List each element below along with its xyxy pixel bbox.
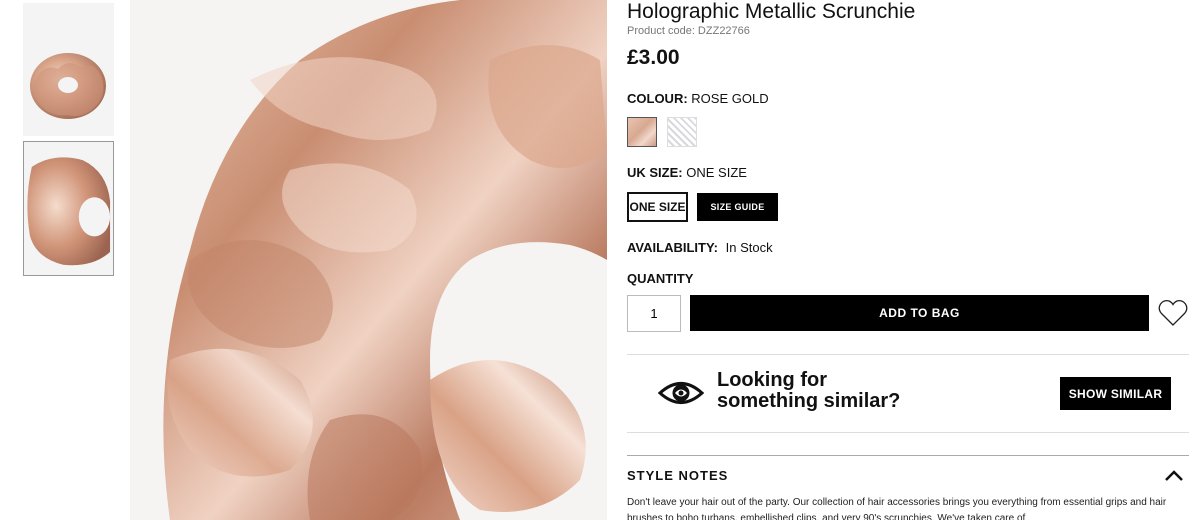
similar-line2: something similar? <box>717 390 901 412</box>
divider <box>627 455 1189 456</box>
eye-icon <box>658 382 704 404</box>
scrunchie-closeup-thumb-image <box>24 142 113 275</box>
size-row: UK SIZE: ONE SIZE <box>627 165 747 180</box>
product-code: Product code: DZZ22766 <box>627 25 750 37</box>
add-to-bag-button[interactable]: ADD TO BAG <box>690 295 1149 331</box>
swatch-white-pattern[interactable] <box>667 117 697 147</box>
thumbnail-front[interactable] <box>23 3 114 136</box>
similar-prompt: Looking for something similar? <box>717 370 900 412</box>
quantity-input[interactable] <box>627 295 681 332</box>
colour-label: COLOUR: <box>627 91 688 106</box>
style-notes-text: Don't leave your hair out of the party. … <box>627 497 1167 520</box>
similar-line1: Looking for <box>717 369 827 391</box>
size-value: ONE SIZE <box>686 165 747 180</box>
style-notes-heading: STYLE NOTES <box>627 468 729 483</box>
main-product-image <box>130 0 607 520</box>
size-guide-button[interactable]: SIZE GUIDE <box>697 193 778 221</box>
availability-value: In Stock <box>725 240 773 255</box>
availability-label: AVAILABILITY: <box>627 240 718 255</box>
product-price: £3.00 <box>627 46 680 69</box>
size-option-one-size[interactable]: ONE SIZE <box>627 192 688 222</box>
product-title: Holographic Metallic Scrunchie <box>627 0 916 23</box>
chevron-up-icon[interactable] <box>1163 466 1185 484</box>
quantity-label: QUANTITY <box>627 271 694 286</box>
colour-value: ROSE GOLD <box>691 91 769 106</box>
size-label: UK SIZE: <box>627 165 683 180</box>
divider <box>627 354 1189 355</box>
availability-row: AVAILABILITY: In Stock <box>627 240 773 255</box>
swatch-rose-gold[interactable] <box>627 117 657 147</box>
heart-icon[interactable] <box>1157 297 1189 329</box>
thumbnail-closeup[interactable] <box>23 141 114 276</box>
scrunchie-front-image <box>23 3 114 136</box>
show-similar-button[interactable]: SHOW SIMILAR <box>1060 377 1171 410</box>
colour-row: COLOUR: ROSE GOLD <box>627 91 769 106</box>
divider <box>627 432 1189 433</box>
